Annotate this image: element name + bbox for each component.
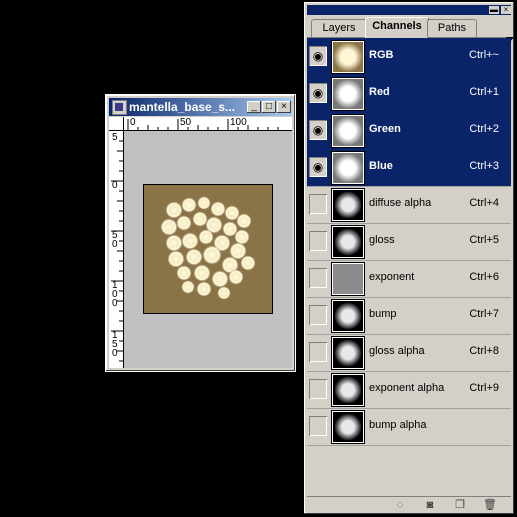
visibility-toggle[interactable] — [309, 342, 327, 362]
channel-row[interactable]: ◉ Red Ctrl+1 — [307, 75, 511, 113]
load-selection-icon[interactable]: ◌ — [391, 499, 409, 512]
ruler-label-100: 100 — [230, 117, 247, 128]
channel-thumbnail — [331, 188, 365, 222]
channel-name: RGB — [369, 49, 394, 61]
channel-row[interactable]: gloss Ctrl+5 — [307, 223, 511, 261]
document-title: mantella_base_s... — [129, 100, 236, 114]
channel-name: exponent alpha — [369, 382, 445, 394]
channel-thumbnail — [331, 336, 365, 370]
channel-row[interactable]: ◉ Blue Ctrl+3 — [307, 149, 511, 187]
channel-name: bump — [369, 308, 397, 320]
panel-minimize-button[interactable]: ▬ — [489, 6, 499, 14]
texture-image[interactable] — [143, 184, 273, 314]
channel-shortcut: Ctrl+2 — [469, 123, 499, 135]
visibility-toggle[interactable] — [309, 268, 327, 288]
channel-shortcut: Ctrl+7 — [469, 308, 499, 320]
channel-name: Red — [369, 86, 390, 98]
channel-thumbnail — [331, 151, 365, 185]
channel-shortcut: Ctrl+6 — [469, 271, 499, 283]
channel-shortcut: Ctrl+3 — [469, 160, 499, 172]
channel-row[interactable]: bump Ctrl+7 — [307, 297, 511, 335]
channel-name: Blue — [369, 160, 393, 172]
minimize-button[interactable]: _ — [247, 101, 261, 113]
channel-row[interactable]: exponent alpha Ctrl+9 — [307, 371, 511, 409]
channel-shortcut: Ctrl+4 — [469, 197, 499, 209]
channel-name: gloss alpha — [369, 345, 425, 357]
ruler-label-50: 50 — [180, 117, 192, 128]
tab-layers[interactable]: Layers — [311, 19, 367, 37]
channel-row[interactable]: exponent Ctrl+6 — [307, 260, 511, 298]
trash-icon[interactable]: 🗑 — [481, 499, 499, 512]
channel-thumbnail — [331, 114, 365, 148]
channel-shortcut: Ctrl+5 — [469, 234, 499, 246]
eye-icon[interactable]: ◉ — [309, 46, 327, 66]
channel-name: exponent — [369, 271, 415, 283]
photoshop-doc-icon — [112, 100, 127, 115]
channel-shortcut: Ctrl+9 — [469, 382, 499, 394]
new-channel-icon[interactable]: ❐ — [451, 499, 469, 512]
visibility-toggle[interactable] — [309, 416, 327, 436]
ruler-label-0: 0 — [130, 117, 136, 128]
channel-name: Green — [369, 123, 401, 135]
panel-tabs: Layers Channels Paths — [307, 17, 514, 42]
close-button[interactable]: × — [277, 101, 291, 113]
channel-shortcut: Ctrl+~ — [469, 49, 499, 61]
channel-thumbnail — [331, 373, 365, 407]
vruler-label-3: 5 0 — [112, 230, 118, 250]
channel-shortcut: Ctrl+1 — [469, 86, 499, 98]
tab-channels[interactable]: Channels — [365, 17, 429, 38]
channel-thumbnail — [331, 77, 365, 111]
horizontal-ruler[interactable]: 0 50 100 — [124, 117, 292, 131]
ruler-origin[interactable] — [109, 117, 124, 131]
channel-row[interactable]: gloss alpha Ctrl+8 — [307, 334, 511, 372]
vruler-label-1: 5 — [112, 132, 118, 143]
panel-bottom-bar: ◌ ◙ ❐ 🗑 — [307, 496, 511, 513]
channels-panel[interactable]: ▬ × Layers Channels Paths ◉ RGB Ctrl+~ ◉ Red… — [304, 2, 514, 514]
canvas-area[interactable] — [124, 131, 292, 368]
eye-icon[interactable]: ◉ — [309, 157, 327, 177]
channel-name: gloss — [369, 234, 395, 246]
visibility-toggle[interactable] — [309, 194, 327, 214]
eye-icon[interactable]: ◉ — [309, 83, 327, 103]
channel-thumbnail — [331, 299, 365, 333]
texture-spots — [160, 196, 256, 300]
panel-close-button[interactable]: × — [501, 6, 511, 14]
channel-thumbnail — [331, 40, 365, 74]
document-titlebar[interactable]: mantella_base_s... _ □ × — [109, 98, 292, 116]
vertical-ruler[interactable]: 5 0 5 0 1 0 0 1 5 0 — [109, 131, 124, 368]
channel-row[interactable]: diffuse alpha Ctrl+4 — [307, 186, 511, 224]
maximize-button[interactable]: □ — [262, 101, 276, 113]
visibility-toggle[interactable] — [309, 231, 327, 251]
channel-thumbnail — [331, 410, 365, 444]
tab-paths[interactable]: Paths — [427, 19, 477, 37]
document-window[interactable]: mantella_base_s... _ □ × 0 50 100 5 0 5 … — [105, 94, 296, 372]
vruler-label-5: 1 5 0 — [112, 330, 118, 359]
eye-icon[interactable]: ◉ — [309, 120, 327, 140]
channel-name: diffuse alpha — [369, 197, 432, 209]
visibility-toggle[interactable] — [309, 379, 327, 399]
channel-row[interactable]: ◉ RGB Ctrl+~ — [307, 38, 511, 76]
channel-thumbnail — [331, 225, 365, 259]
visibility-toggle[interactable] — [309, 305, 327, 325]
channel-row[interactable]: ◉ Green Ctrl+2 — [307, 112, 511, 150]
vruler-label-2: 0 — [112, 180, 118, 191]
save-selection-icon[interactable]: ◙ — [421, 499, 439, 512]
channel-name: bump alpha — [369, 419, 427, 431]
panel-titlebar[interactable]: ▬ × — [307, 5, 511, 15]
channel-thumbnail — [331, 262, 365, 296]
vruler-label-4: 1 0 0 — [112, 280, 118, 309]
channel-shortcut: Ctrl+8 — [469, 345, 499, 357]
channel-row[interactable]: bump alpha — [307, 408, 511, 446]
